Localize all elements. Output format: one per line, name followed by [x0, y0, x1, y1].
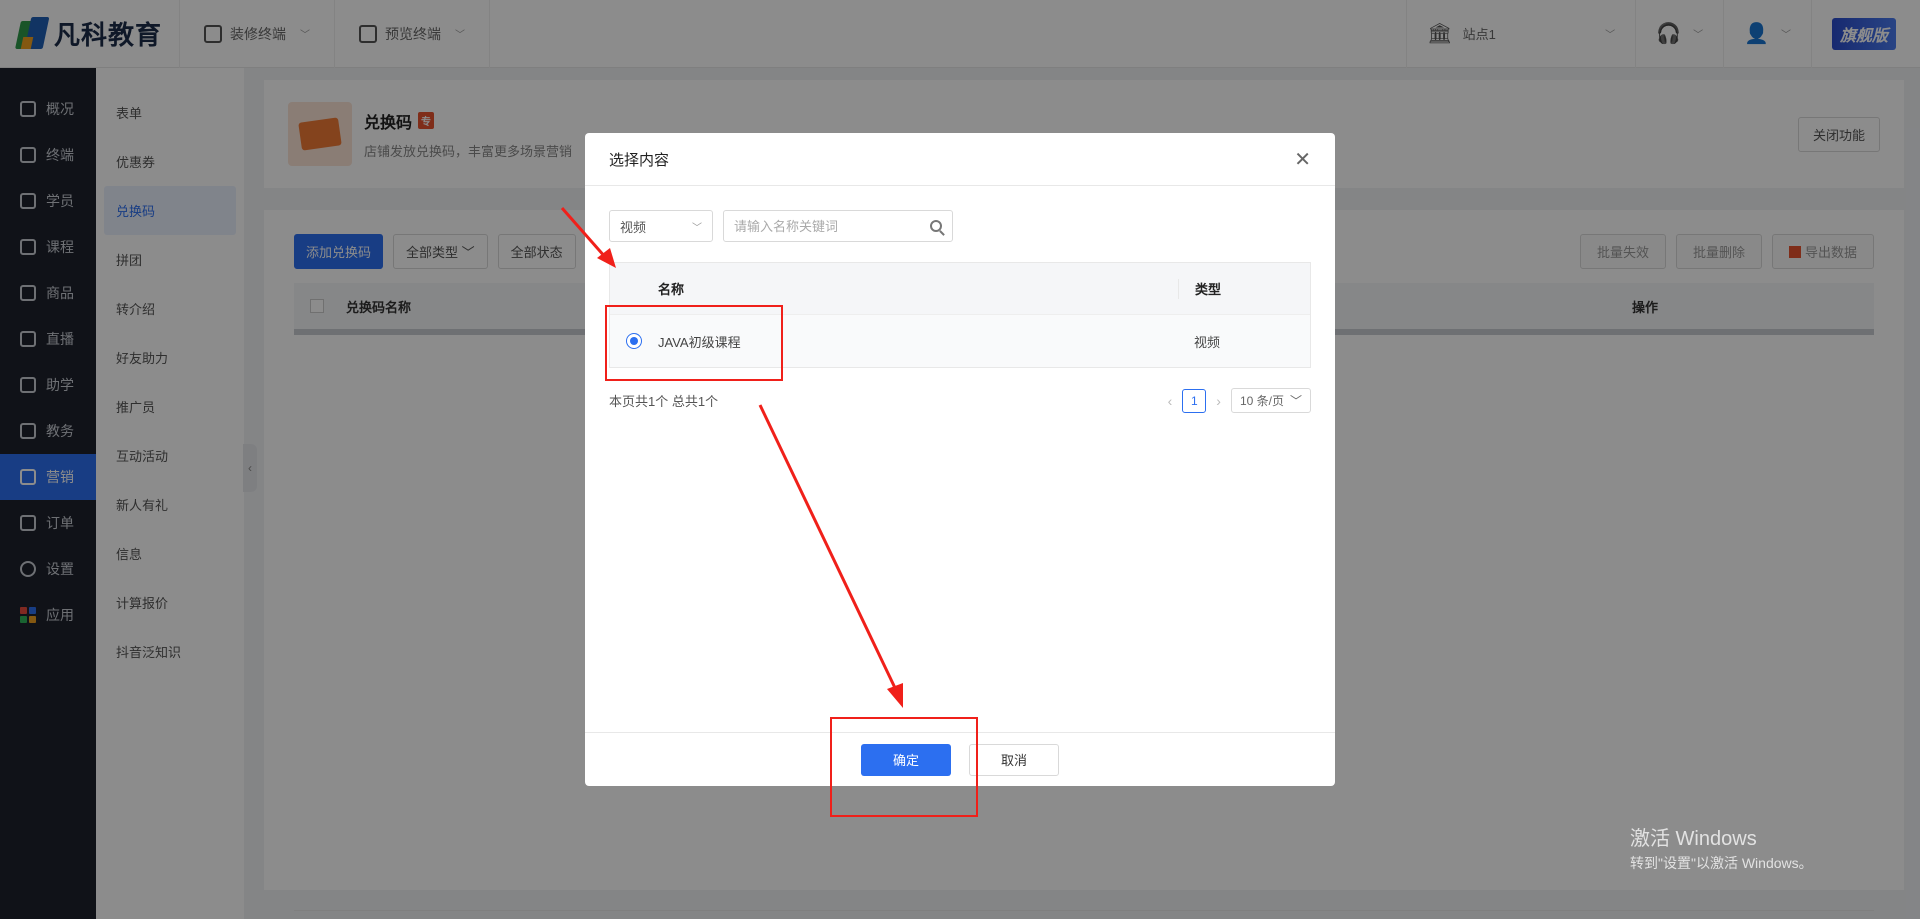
watermark-line: 转到"设置"以激活 Windows。: [1630, 855, 1813, 871]
annotation-box-confirm: [830, 717, 978, 817]
search-box: [723, 210, 953, 242]
content-type-select[interactable]: 视频 ﹀: [609, 210, 713, 242]
pagination-summary: 本页共1个 总共1个: [609, 394, 719, 409]
annotation-box-row: [605, 305, 783, 381]
close-icon[interactable]: ✕: [1294, 147, 1311, 172]
chevron-down-icon: ﹀: [1289, 394, 1302, 408]
select-content-dialog: 选择内容 ✕ 视频﹀ 名称 类型 JAVA初级课程 视频 本页共1个 总共1个: [585, 133, 1335, 786]
select-value: 10 条/页: [1239, 394, 1284, 408]
prev-page-icon[interactable]: ‹: [1168, 393, 1173, 409]
windows-activation-watermark: 激活 Windows 转到"设置"以激活 Windows。: [1630, 822, 1813, 873]
page-number-button[interactable]: 1: [1182, 388, 1207, 413]
column-header-type: 类型: [1178, 278, 1310, 299]
watermark-line: 激活 Windows: [1630, 828, 1757, 850]
select-value: 视频: [620, 219, 647, 235]
chevron-down-icon: ﹀: [692, 222, 702, 234]
page-size-select[interactable]: 10 条/页 ﹀: [1230, 388, 1311, 413]
column-header-name: 名称: [658, 282, 685, 297]
cancel-button[interactable]: 取消: [969, 743, 1059, 776]
search-icon[interactable]: [930, 220, 942, 232]
dialog-title: 选择内容: [609, 151, 670, 169]
row-type: 视频: [1194, 334, 1221, 350]
next-page-icon[interactable]: ›: [1216, 393, 1221, 409]
search-input[interactable]: [734, 218, 930, 234]
pagination: ‹ 1 › 10 条/页 ﹀: [1168, 388, 1311, 413]
